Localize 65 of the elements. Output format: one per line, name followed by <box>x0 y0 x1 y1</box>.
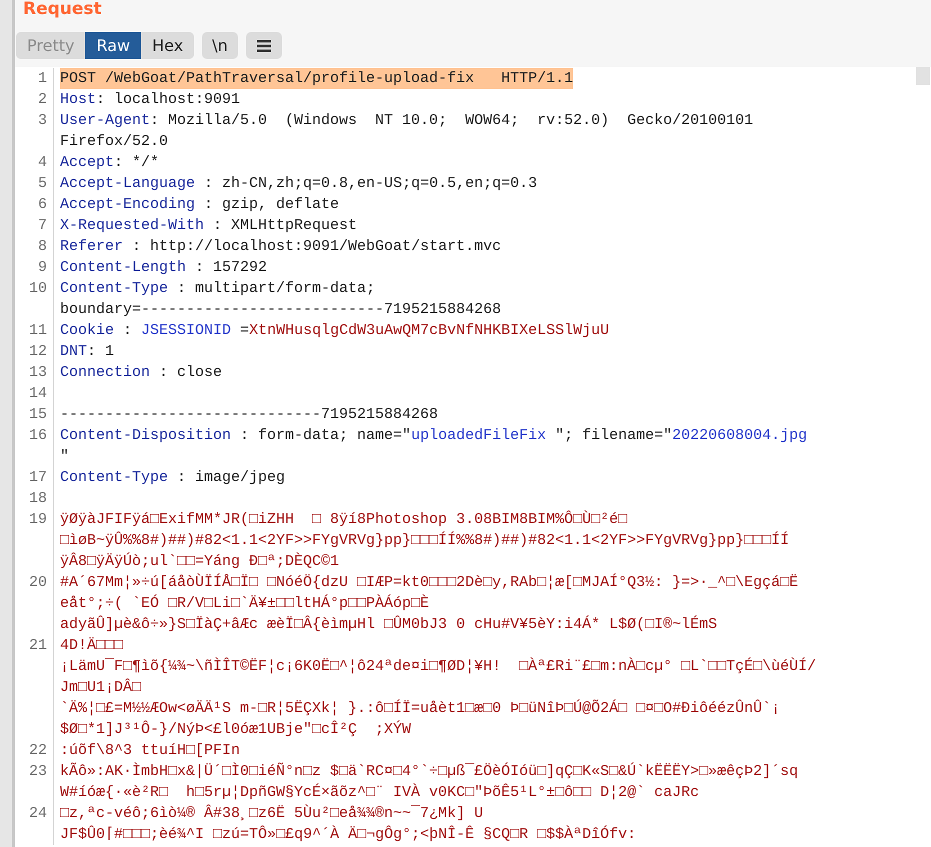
line-number: 16 <box>15 425 54 446</box>
line-number: 20 <box>15 572 54 593</box>
code-line: Firefox/52.0 <box>60 132 168 152</box>
line-number: 4 <box>15 152 54 173</box>
line-number: 8 <box>15 236 54 257</box>
code-line: eåt°;÷( `EÓ □R/V□Li□`Ä¥±□□ltHÁ°p□□PÀÁóp□È <box>60 594 430 614</box>
line-number: 7 <box>15 215 54 236</box>
line-number: 9 <box>15 257 54 278</box>
code-line: JF$Û0⌈#□□□;èé¾^I □zú=TÔ»□£q9^´À Ä□¬gÔg°;<þNÎ-Ê §CQ□R □$$ÀªDîÓfv: <box>60 824 636 845</box>
line-number: 5 <box>15 173 54 194</box>
code-line: DNT: 1 <box>60 342 114 362</box>
line-number: 10 <box>15 278 54 299</box>
line-number: 15 <box>15 404 54 425</box>
code-line: POST /WebGoat/PathTraversal/profile-upload-fix HTTP/1.1 <box>60 69 574 89</box>
code-line: ¡LämU¯F□¶ìõ{¼¾~\ñÌÎT©ËF¦c¡6K0Ë□^¦ô24ªde¤i□¶ØD¦¥H! □Àª£Ri¨£□m:nÀ□cµ° □L`□□TçÉ□\ùéÙÍ/ <box>60 656 816 677</box>
code-line: Accept-Language : zh-CN,zh;q=0.8,en-US;q=0.5,en;q=0.3 <box>60 174 538 194</box>
line-number: 3 <box>15 110 54 131</box>
line-number: 18 <box>15 488 54 509</box>
code-line: □z,ªc-véô;6ìò¼® Â#38¸□z6Ë 5Ùu²□eå¾¾®n~~¯7¿Mk] U <box>60 804 484 824</box>
code-line: Referer : http://localhost:9091/WebGoat/start.mvc <box>60 237 502 257</box>
code-line: Accept: */* <box>60 153 160 173</box>
line-number: 19 <box>15 509 54 530</box>
view-tab[interactable]: Raw <box>85 32 142 59</box>
line-number: 21 <box>15 635 54 656</box>
code-line: 4D!Ä□□□ <box>60 636 124 656</box>
code-line: Host: localhost:9091 <box>60 90 240 110</box>
code-line: boundary=---------------------------7195215884268 <box>60 300 502 320</box>
code-line: Connection : close <box>60 363 222 383</box>
line-number: 14 <box>15 383 54 404</box>
panel-title: Request <box>22 0 103 20</box>
code-line: Content-Type : multipart/form-data; <box>60 279 376 299</box>
code-line: #A´67Mm¦»÷ú[áåòÙÏÍÅ□Ï□ □NóéÖ{dzU □IÆP=kt0□□□2Dè□y,RAb□¦æ[□MJAÍ°Q3½: }=>·_^□\Egçá□Ë <box>60 572 798 593</box>
code-line: kÃô»:AK·ÌmbH□x&|Ü´□Ì0□iéÑ°n□z $□ä`RC¤□4°`÷□µß¯£ÖèÓIóü□]qÇ□K«S□&Ú`kËËËY>□»æêçÞ2]´sq <box>60 762 798 782</box>
code-line: Accept-Encoding : gzip, deflate <box>60 195 340 215</box>
line-number: 12 <box>15 341 54 362</box>
menu-icon <box>256 38 272 52</box>
code-line: Jm□U1¡DÂ□ <box>60 678 142 698</box>
code-line: X-Requested-With : XMLHttpRequest <box>60 216 358 236</box>
code-line: Content-Length : 157292 <box>60 258 268 278</box>
line-number: 23 <box>15 761 54 782</box>
line-number: 22 <box>15 740 54 761</box>
scrollbar-thumb[interactable] <box>916 67 930 85</box>
code-line: `Ä%¦□£=M½½ÆOw<øÄÄ¹S m-□R¦5ËÇXk¦ }.:ô□ÍÏ=uåèt1□æ□0 Þ□üNîÞ□Ú@Õ2Á□ □¤□O#ÐiôéézÛnÛ`¡ <box>60 698 780 719</box>
code-line: -----------------------------7195215884268 <box>60 405 438 425</box>
code-line: $Ø□*1]J³¹Ô-}/NýÞ<£l0óæ1UBje"□cÎ²Ç ;XÝW <box>60 720 412 740</box>
line-number: 13 <box>15 362 54 383</box>
newline-toggle-button[interactable]: \n <box>202 32 238 59</box>
code-line: " <box>60 447 70 467</box>
code-line: User-Agent: Mozilla/5.0 (Windows NT 10.0; WOW64; rv:52.0) Gecko/20100101 <box>60 111 754 131</box>
line-number: 1 <box>15 68 54 89</box>
code-line: □ìøB~ÿÛ%%8#)##)#82<1.1<2YF>>FYgVRVg}pp}□□□ÍÍ%%8#)##)#82<1.1<2YF>>FYgVRVg}pp}□□□ÍÍ <box>60 530 790 551</box>
line-number: 6 <box>15 194 54 215</box>
line-number: 2 <box>15 89 54 110</box>
code-line: Cookie : JSESSIONID =XtnWHusqlgCdW3uAwQM7cBvNfNHKBIXeLSSlWjuU <box>60 321 610 341</box>
code-line: Content-Disposition : form-data; name="uploadedFileFix "; filename="20220608004.jpg <box>60 426 808 446</box>
code-line: Content-Type : image/jpeg <box>60 468 286 488</box>
line-number: 11 <box>15 320 54 341</box>
line-number: 17 <box>15 467 54 488</box>
code-line: ÿÂ8□ÿÄÿÚò;ul`□□=Yáng Ð□ª;DÈQC©1 <box>60 552 340 572</box>
code-line: adyãÛ]µè&ô÷»}S□ÏàÇ+âÆc æèÏ□Â{èìmµHl □ÛM0bJ3 0 cHu#V¥5èY:i4Á* L$Ø(□I®~lÉmS <box>60 614 718 635</box>
code-line: ÿØÿàJFIFÿá□ExifMM*JR(□iZHH □ 8ÿí8Photoshop 3.08BIM8BIM%Ô□Ù□²é□ <box>60 510 628 530</box>
code-line: :úõf\8^3 ttuíH□[PFIn <box>60 741 240 761</box>
menu-button[interactable] <box>246 32 282 59</box>
line-number: 24 <box>15 803 54 824</box>
code-line: W#íóæ{·«è²R□ h□5rµ¦DpñGW§YcÉ×ãõz^□¨ IVÀ v0KC□"ÞõÊ5¹L°±□ô□□ D¦2@` caJRc <box>60 782 700 803</box>
